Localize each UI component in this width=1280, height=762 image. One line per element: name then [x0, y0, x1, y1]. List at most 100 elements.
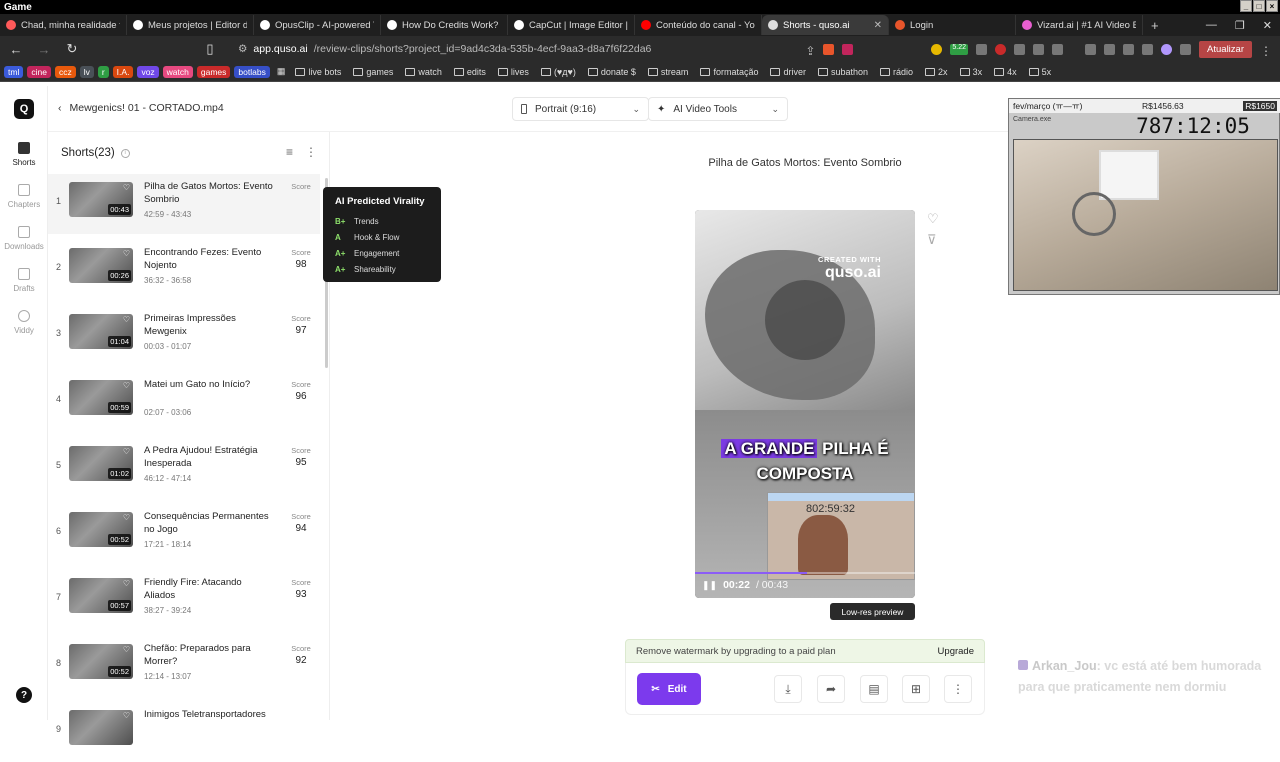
short-thumbnail[interactable]: ♡: [69, 710, 133, 745]
bookmark-folder[interactable]: 3x: [957, 67, 986, 77]
browser-tab[interactable]: Chad, minha realidade fin: [0, 15, 127, 35]
short-list-item[interactable]: 3 ♡ 01:04 Primeiras Impressões Mewgenix 00:0…: [48, 306, 320, 366]
help-icon[interactable]: ?: [16, 687, 32, 703]
browser-tab[interactable]: Vizard.ai | #1 AI Video Edit: [1016, 15, 1143, 35]
browser-tab[interactable]: Shorts - quso.ai ✕: [762, 15, 889, 35]
bookmark-folder[interactable]: driver: [767, 67, 809, 77]
heart-icon[interactable]: ♡: [123, 381, 130, 390]
bookmark-chip[interactable]: I.A.: [112, 65, 134, 78]
heart-icon[interactable]: ♡: [123, 645, 130, 654]
short-thumbnail[interactable]: ♡ 01:04: [69, 314, 133, 349]
download-icon[interactable]: [1180, 43, 1192, 55]
bookmark-folder[interactable]: formatação: [697, 67, 761, 77]
bookmark-folder[interactable]: subathon: [815, 67, 871, 77]
profile-icon[interactable]: [1161, 43, 1173, 55]
layout-button[interactable]: ⊞: [902, 675, 930, 703]
more-vertical-icon[interactable]: ⋮: [305, 145, 317, 159]
os-minimize-button[interactable]: _: [1240, 0, 1252, 12]
video-progress-bar[interactable]: [695, 572, 915, 574]
export-file-button[interactable]: ▤: [860, 675, 888, 703]
pause-icon[interactable]: ❚❚: [702, 580, 717, 591]
short-thumbnail[interactable]: ♡ 00:57: [69, 578, 133, 613]
close-tab-icon[interactable]: ✕: [874, 20, 882, 31]
bookmark-chip[interactable]: tml: [4, 65, 24, 78]
heart-icon[interactable]: ♡: [123, 183, 130, 192]
short-list-item[interactable]: 7 ♡ 00:57 Friendly Fire: Atacando Aliados 38…: [48, 570, 320, 630]
extension-icon[interactable]: [1014, 43, 1026, 55]
bookmark-chip[interactable]: cine: [27, 65, 51, 78]
new-tab-button[interactable]: +: [1143, 18, 1167, 33]
heart-icon[interactable]: ♡: [123, 579, 130, 588]
bookmark-folder[interactable]: stream: [645, 67, 692, 77]
bookmark-folder[interactable]: games: [350, 67, 396, 77]
heart-icon[interactable]: ♡: [123, 513, 130, 522]
menu-icon[interactable]: ⋮: [1260, 44, 1272, 58]
site-info-icon[interactable]: ⚙: [238, 43, 247, 55]
back-icon[interactable]: ←: [8, 42, 24, 57]
video-preview[interactable]: CREATED WITH quso.ai A GRANDE PILHA É CO…: [695, 210, 915, 598]
bookmark-folder[interactable]: edits: [451, 67, 489, 77]
reload-icon[interactable]: ↻: [64, 41, 80, 57]
apps-grid-icon[interactable]: ▦: [274, 66, 289, 77]
heart-icon[interactable]: ♡: [123, 315, 130, 324]
bookmark-chip[interactable]: games: [196, 65, 231, 78]
rail-item-drafts[interactable]: Drafts: [0, 268, 48, 293]
short-list-item[interactable]: 5 ♡ 01:02 A Pedra Ajudou! Estratégia Inespe…: [48, 438, 320, 498]
brave-rewards-icon[interactable]: [842, 43, 854, 55]
browser-tab[interactable]: OpusClip - AI-powered Vi: [254, 15, 381, 35]
bookmark-chip[interactable]: ccz: [54, 65, 76, 78]
bookmark-folder[interactable]: rádio: [877, 67, 916, 77]
bookmark-chip[interactable]: botlabs: [234, 65, 270, 78]
short-thumbnail[interactable]: ♡ 00:52: [69, 512, 133, 547]
browser-tab[interactable]: CapCut | Image Editor | AI: [508, 15, 635, 35]
short-thumbnail[interactable]: ♡ 00:26: [69, 248, 133, 283]
bookmark-folder[interactable]: donate $: [585, 67, 639, 77]
aspect-ratio-select[interactable]: Portrait (9:16) ⌄: [512, 97, 649, 121]
short-list-item[interactable]: 4 ♡ 00:59 Matei um Gato no Início? 02:07 - 0…: [48, 372, 320, 432]
sidebar-icon[interactable]: [1104, 43, 1116, 55]
heart-icon[interactable]: ♡: [123, 711, 130, 720]
bookmark-chip[interactable]: lv: [79, 65, 94, 78]
bookmark-folder[interactable]: lives: [495, 67, 532, 77]
rail-item-chapters[interactable]: Chapters: [0, 184, 48, 209]
forward-icon[interactable]: →: [36, 42, 52, 57]
bookmark-chip[interactable]: r: [97, 65, 109, 78]
quso-logo[interactable]: Q: [14, 99, 34, 119]
ai-tools-select[interactable]: ✦ AI Video Tools ⌄: [648, 97, 788, 121]
short-list-item[interactable]: 8 ♡ 00:52 Chefão: Preparados para Morrer? 12…: [48, 636, 320, 696]
bookmark-folder[interactable]: watch: [402, 67, 445, 77]
short-thumbnail[interactable]: ♡ 00:43: [69, 182, 133, 217]
filter-icon[interactable]: ≡: [286, 145, 293, 159]
bookmark-folder[interactable]: 2x: [922, 67, 951, 77]
download-button[interactable]: ⤓: [774, 675, 802, 703]
browser-tab[interactable]: Meus projetos | Editor de: [127, 15, 254, 35]
browser-close-icon[interactable]: ✕: [1263, 19, 1272, 32]
record-icon[interactable]: [995, 43, 1007, 55]
bookmark-chip[interactable]: voz: [137, 65, 159, 78]
bookmark-folder[interactable]: live bots: [292, 67, 344, 77]
brave-shield-icon[interactable]: [823, 43, 835, 55]
music-icon[interactable]: [1085, 43, 1097, 55]
info-icon[interactable]: i: [120, 148, 130, 158]
extension-bulb-icon[interactable]: [931, 43, 943, 55]
short-thumbnail[interactable]: ♡ 00:52: [69, 644, 133, 679]
rail-item-shorts[interactable]: Shorts: [0, 142, 48, 167]
short-list-item[interactable]: 1 ♡ 00:43 Pilha de Gatos Mortos: Evento Som…: [48, 174, 320, 234]
rail-item-downloads[interactable]: Downloads: [0, 226, 48, 251]
bookmark-folder[interactable]: 5x: [1026, 67, 1055, 77]
short-thumbnail[interactable]: ♡ 00:59: [69, 380, 133, 415]
bookmark-icon[interactable]: ▯: [202, 41, 218, 57]
browser-restore-icon[interactable]: ❐: [1235, 19, 1245, 32]
browser-tab[interactable]: Conteúdo do canal - YouT: [635, 15, 762, 35]
heart-icon[interactable]: ♡: [123, 249, 130, 258]
os-maximize-button[interactable]: □: [1253, 0, 1265, 12]
extensions-icon[interactable]: [1123, 43, 1135, 55]
short-list-item[interactable]: 2 ♡ 00:26 Encontrando Fezes: Evento Nojento…: [48, 240, 320, 300]
extension-icon[interactable]: [1052, 43, 1064, 55]
upgrade-link[interactable]: Upgrade: [938, 646, 974, 657]
more-button[interactable]: ⋮: [944, 675, 972, 703]
extension-icon[interactable]: [1033, 43, 1045, 55]
browser-tab[interactable]: Login: [889, 15, 1016, 35]
share-icon[interactable]: ⇪: [805, 44, 815, 58]
update-button[interactable]: Atualizar: [1199, 40, 1252, 58]
